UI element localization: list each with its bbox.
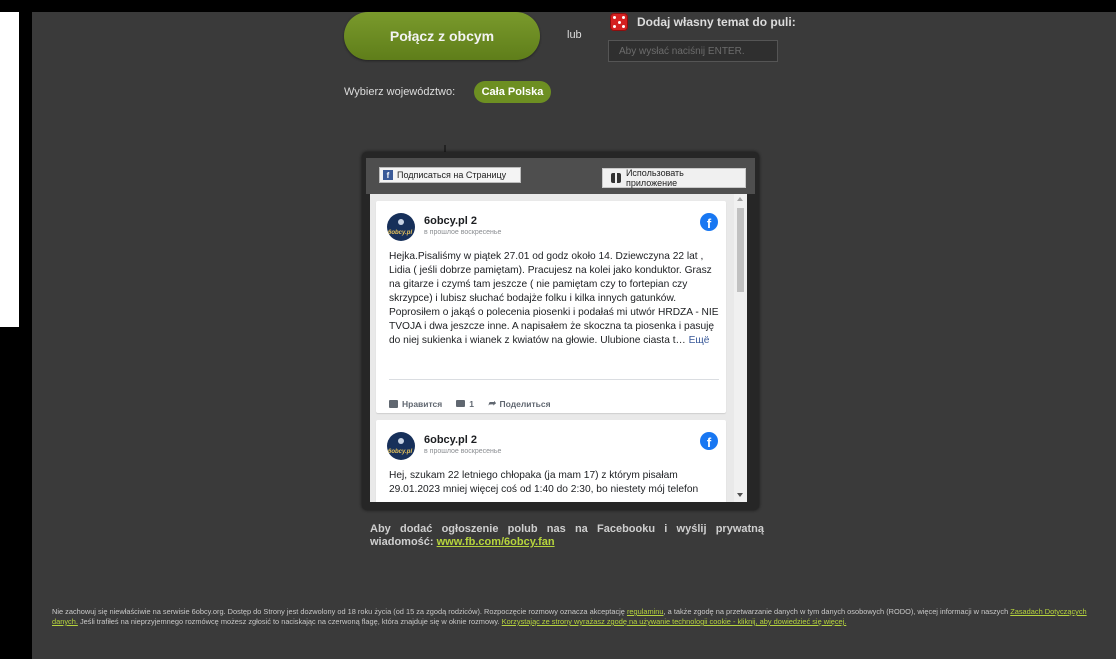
- thumbs-up-icon: [389, 399, 398, 408]
- share-button[interactable]: ➦ Поделиться: [488, 398, 551, 409]
- facebook-page-widget: f Подписаться на Страницу Использовать п…: [362, 152, 759, 510]
- facebook-logo-icon[interactable]: f: [700, 213, 718, 231]
- custom-topic-input[interactable]: [608, 40, 778, 62]
- post-time[interactable]: в прошлое воскресенье: [424, 448, 501, 455]
- comment-count: 1: [469, 398, 474, 409]
- post-author[interactable]: 6obcy.pl 2: [424, 215, 477, 227]
- like-label: Нравится: [402, 398, 443, 409]
- feed-post: 6obcy.pl 6obcy.pl 2 в прошлое воскресень…: [376, 420, 726, 502]
- feed-scrollbar[interactable]: [734, 194, 747, 502]
- follow-page-button[interactable]: f Подписаться на Страницу: [379, 167, 521, 183]
- post-author[interactable]: 6obcy.pl 2: [424, 434, 477, 446]
- comment-icon: [456, 400, 466, 407]
- scroll-up-arrow-icon[interactable]: [737, 197, 743, 201]
- share-icon: ➦: [487, 398, 496, 408]
- footer-text-1: Nie zachowuj się niewłaściwie na serwisi…: [52, 607, 627, 616]
- like-button[interactable]: Нравится: [389, 398, 442, 409]
- avatar-logo-text: 6obcy.pl: [388, 449, 413, 455]
- top-bar: [0, 0, 1116, 12]
- left-edge-dark-bottom: [0, 327, 32, 659]
- scroll-thumb[interactable]: [737, 208, 744, 292]
- facebook-logo-icon[interactable]: f: [700, 432, 718, 450]
- region-label: Wybierz województwo:: [344, 86, 456, 98]
- post-body: Hejka.Pisaliśmy w piątek 27.01 od godz o…: [389, 251, 719, 346]
- facebook-page-link[interactable]: www.fb.com/6obcy.fan: [437, 536, 555, 548]
- post-time[interactable]: в прошлое воскресенье: [424, 229, 501, 236]
- left-edge-dark: [19, 12, 32, 327]
- use-app-label: Использовать приложение: [625, 168, 684, 188]
- left-edge-panel: [0, 12, 19, 327]
- footer-text-3: Jeśli trafiłeś na nieprzyjemnego rozmówc…: [77, 617, 502, 626]
- connect-stranger-button[interactable]: Połącz z obcym: [344, 12, 540, 60]
- avatar[interactable]: 6obcy.pl: [387, 432, 415, 460]
- post-text: Hejka.Pisaliśmy w piątek 27.01 od godz o…: [389, 250, 719, 348]
- use-app-button[interactable]: Использовать приложение: [602, 168, 746, 188]
- footer-notice: Nie zachowuj się niewłaściwie na serwisi…: [52, 607, 1104, 627]
- feed-post: 6obcy.pl 6obcy.pl 2 в прошлое воскресень…: [376, 201, 726, 413]
- follow-page-label: Подписаться на Страницу: [397, 170, 507, 180]
- terms-link[interactable]: regulaminu: [627, 607, 664, 616]
- gift-icon: [611, 173, 621, 183]
- or-label: lub: [567, 29, 582, 41]
- avatar-logo-text: 6obcy.pl: [388, 230, 413, 236]
- divider: [389, 379, 719, 380]
- custom-topic-label: Dodaj własny temat do puli:: [637, 15, 796, 29]
- region-select[interactable]: Cała Polska: [474, 81, 551, 103]
- scroll-down-arrow-icon[interactable]: [737, 493, 743, 497]
- post-body: Hej, szukam 22 letniego chłopaka (ja mam…: [389, 470, 699, 495]
- ad-info-body: Aby dodać ogłoszenie polub nas na Facebo…: [370, 523, 764, 548]
- post-actions: Нравится 1 ➦ Поделиться: [389, 398, 551, 409]
- footer-text-2: , a także zgodę na przetwarzanie danych …: [663, 607, 1011, 616]
- comment-button[interactable]: 1: [456, 398, 474, 409]
- avatar[interactable]: 6obcy.pl: [387, 213, 415, 241]
- cookie-link[interactable]: Korzystając ze strony wyrażasz zgodę na …: [502, 617, 847, 626]
- widget-header: f Подписаться на Страницу Использовать п…: [366, 158, 755, 194]
- share-label: Поделиться: [499, 398, 551, 409]
- dice-icon[interactable]: [610, 13, 628, 31]
- ad-info-text: Aby dodać ogłoszenie polub nas na Facebo…: [370, 523, 764, 549]
- see-more-link[interactable]: Ещё: [689, 335, 710, 346]
- facebook-square-icon: f: [383, 170, 393, 180]
- facebook-feed[interactable]: 6obcy.pl 6obcy.pl 2 в прошлое воскресень…: [370, 194, 747, 502]
